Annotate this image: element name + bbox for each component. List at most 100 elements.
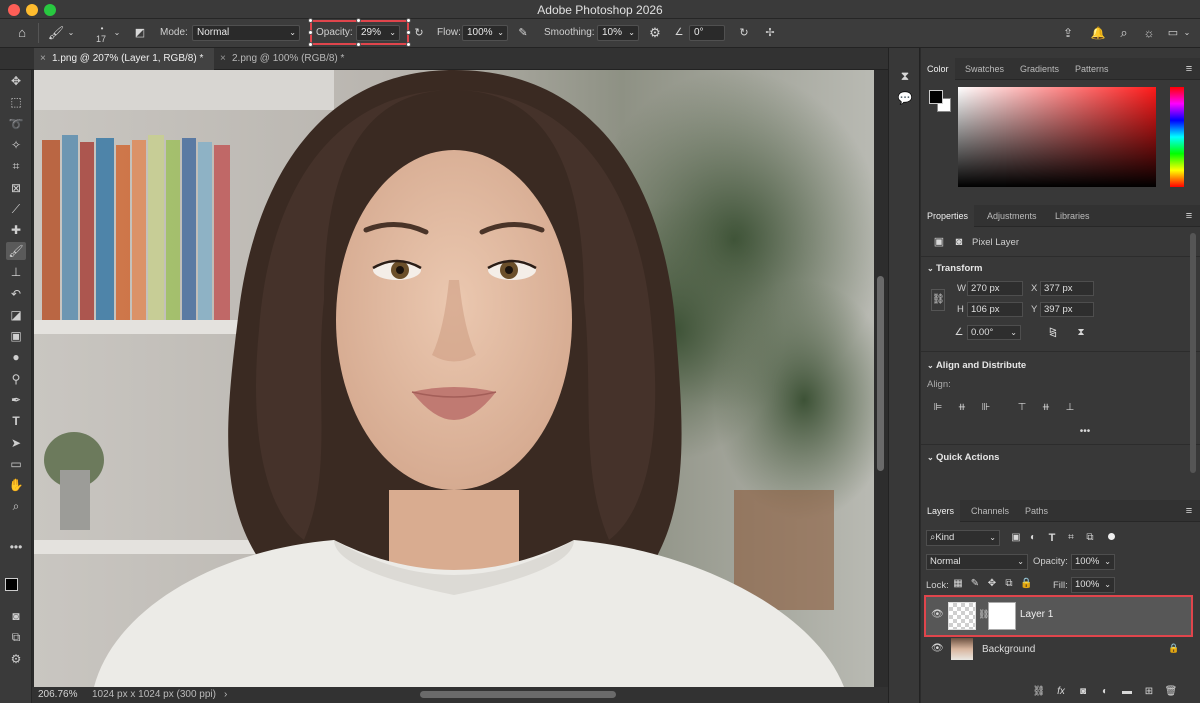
layer-kind-filter[interactable]: ⌕Kind ⌄: [926, 530, 1000, 546]
flow-field[interactable]: 100% ⌄: [462, 25, 508, 41]
tab-document-1[interactable]: × 1.png @ 207% (Layer 1, RGB/8) *: [34, 48, 214, 70]
lock-pixels-icon[interactable]: ✎: [969, 576, 981, 592]
tab-swatches[interactable]: Swatches: [959, 58, 1010, 80]
foreground-color-swatch[interactable]: [5, 578, 18, 591]
align-bottom-icon[interactable]: ⊥: [1063, 400, 1077, 416]
align-middle-icon[interactable]: ⧺: [1039, 400, 1053, 416]
tab-paths[interactable]: Paths: [1019, 500, 1054, 522]
rotation-field[interactable]: 0.00° ⌄: [967, 325, 1021, 340]
filter-smart-object-icon[interactable]: ⧉: [1083, 530, 1097, 546]
filter-shape-icon[interactable]: ⌗: [1064, 530, 1078, 546]
mask-icon[interactable]: ◙: [951, 234, 967, 250]
object-selection-tool-icon[interactable]: ✧: [6, 136, 26, 154]
height-field[interactable]: 106 px: [967, 302, 1023, 317]
bell-icon[interactable]: 🔔: [1089, 25, 1107, 41]
background-thumbnail[interactable]: [951, 638, 973, 660]
tab-color[interactable]: Color: [921, 58, 955, 80]
dodge-tool-icon[interactable]: ⚲: [6, 370, 26, 388]
flip-horizontal-icon[interactable]: ⧎: [1045, 325, 1061, 341]
color-field[interactable]: [958, 87, 1156, 187]
crop-tool-icon[interactable]: ⌗: [6, 157, 26, 175]
align-distribute-header[interactable]: ⌄ Align and Distribute: [927, 360, 1026, 371]
symmetry-icon[interactable]: ✢: [762, 25, 778, 41]
transform-header[interactable]: ⌄ Transform: [927, 263, 982, 274]
home-icon[interactable]: ⌂: [13, 25, 31, 41]
gear-icon[interactable]: ⚙: [647, 25, 663, 41]
tab-channels[interactable]: Channels: [965, 500, 1015, 522]
filter-pixel-icon[interactable]: ▣: [1009, 530, 1023, 546]
eyedropper-tool-icon[interactable]: ⟋: [6, 200, 26, 218]
gradient-tool-icon[interactable]: ▣: [6, 327, 26, 345]
new-group-icon[interactable]: ▬: [1120, 684, 1134, 700]
align-left-icon[interactable]: ⊫: [931, 400, 945, 416]
path-selection-tool-icon[interactable]: ➤: [6, 434, 26, 452]
hand-tool-icon[interactable]: ✋: [6, 476, 26, 494]
menu-icon[interactable]: ≡: [1182, 208, 1196, 224]
mode-select[interactable]: Normal ⌄: [192, 25, 300, 41]
screen-mode-icon[interactable]: ⧉: [6, 628, 26, 646]
opacity-field[interactable]: 29% ⌄: [356, 25, 400, 41]
tab-properties[interactable]: Properties: [921, 205, 975, 227]
properties-scrollbar[interactable]: [1190, 233, 1196, 473]
share-icon[interactable]: ⇪: [1059, 25, 1077, 41]
lightbulb-icon[interactable]: ☼: [1140, 25, 1158, 41]
tab-layers[interactable]: Layers: [921, 500, 961, 522]
tab-document-2[interactable]: × 2.png @ 100% (RGB/8) *: [214, 48, 374, 70]
smoothing-field[interactable]: 10% ⌄: [597, 25, 639, 41]
foreground-color-chip[interactable]: [929, 90, 943, 104]
layer-name[interactable]: Background: [982, 644, 1035, 655]
pressure-size-icon[interactable]: ↻: [736, 25, 752, 41]
tab-adjustments[interactable]: Adjustments: [981, 205, 1043, 227]
add-mask-icon[interactable]: ◙: [1076, 684, 1090, 700]
trash-icon[interactable]: 🗑: [1164, 684, 1178, 700]
hue-slider[interactable]: [1170, 87, 1184, 187]
align-right-icon[interactable]: ⊪: [979, 400, 993, 416]
eraser-tool-icon[interactable]: ◪: [6, 306, 26, 324]
close-icon[interactable]: ×: [40, 48, 46, 70]
marquee-tool-icon[interactable]: ⬚: [6, 93, 26, 111]
brush-tool-icon[interactable]: 🖌: [6, 242, 26, 260]
filter-toggle[interactable]: [1108, 533, 1115, 540]
zoom-level[interactable]: 206.76%: [38, 687, 77, 703]
chevron-down-icon[interactable]: ⌄: [112, 25, 122, 41]
pen-tool-icon[interactable]: ✒: [6, 391, 26, 409]
lock-position-icon[interactable]: ✥: [986, 576, 998, 592]
lock-transparent-icon[interactable]: ▦: [952, 576, 964, 592]
lock-artboard-icon[interactable]: ⧉: [1003, 576, 1015, 592]
eye-icon[interactable]: 👁: [931, 643, 944, 654]
history-brush-tool-icon[interactable]: ↶: [6, 285, 26, 303]
history-panel-icon[interactable]: ⧗: [896, 68, 914, 84]
tab-patterns[interactable]: Patterns: [1069, 58, 1115, 80]
layer-row-background[interactable]: 👁 Background 🔒: [926, 637, 1191, 661]
quick-mask-icon[interactable]: ◙: [6, 607, 26, 625]
pressure-opacity-icon[interactable]: ↻: [411, 25, 427, 41]
horizontal-scrollbar[interactable]: [420, 691, 616, 698]
align-center-icon[interactable]: ⧺: [955, 400, 969, 416]
adjustment-layer-icon[interactable]: ◐: [1098, 684, 1112, 700]
layer-opacity-field[interactable]: 100% ⌄: [1071, 554, 1115, 570]
more-options-icon[interactable]: •••: [1075, 424, 1095, 440]
frame-tool-icon[interactable]: ⊠: [6, 179, 26, 197]
chevron-right-icon[interactable]: ›: [224, 687, 227, 703]
x-field[interactable]: 377 px: [1040, 281, 1094, 296]
blur-tool-icon[interactable]: ●: [6, 348, 26, 366]
fx-icon[interactable]: fx: [1054, 684, 1068, 700]
brush-preset-icon[interactable]: 🖌: [47, 25, 65, 41]
generative-icon[interactable]: ⚙: [6, 650, 26, 668]
align-top-icon[interactable]: ⊤: [1015, 400, 1029, 416]
more-tools-icon[interactable]: •••: [6, 538, 26, 556]
zoom-tool-icon[interactable]: ⌕: [6, 497, 26, 515]
quick-actions-header[interactable]: ⌄ Quick Actions: [927, 452, 999, 463]
airbrush-icon[interactable]: ✎: [515, 25, 531, 41]
search-icon[interactable]: ⌕: [1115, 25, 1133, 41]
healing-brush-tool-icon[interactable]: ✚: [6, 221, 26, 239]
link-layers-icon[interactable]: ⛓: [1032, 684, 1046, 700]
menu-icon[interactable]: ≡: [1182, 503, 1196, 519]
menu-icon[interactable]: ≡: [1182, 61, 1196, 77]
type-tool-icon[interactable]: T: [6, 412, 26, 430]
filter-adjustment-icon[interactable]: ◐: [1026, 530, 1040, 546]
brush-settings-icon[interactable]: ◩: [132, 25, 148, 41]
tab-libraries[interactable]: Libraries: [1049, 205, 1096, 227]
blend-mode-select[interactable]: Normal ⌄: [926, 554, 1028, 570]
vertical-scrollbar[interactable]: [874, 70, 888, 687]
